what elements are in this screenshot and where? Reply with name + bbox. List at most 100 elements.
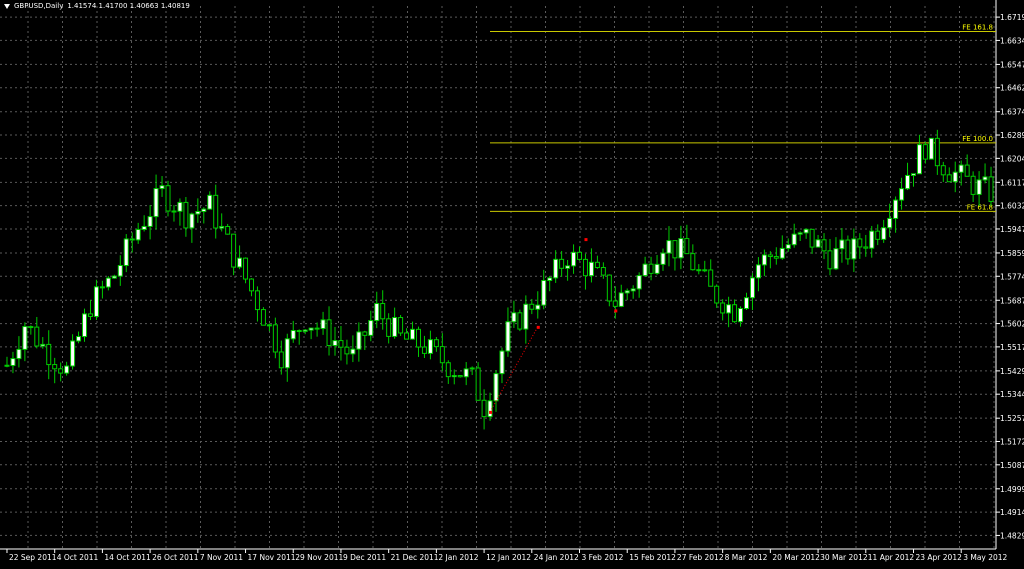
candle-bull (905, 174, 911, 190)
candle-bull (547, 277, 553, 282)
candle-bull (982, 176, 988, 181)
candle-bear (165, 185, 171, 212)
price-label: 1.56020 (1000, 320, 1024, 329)
candle-bear (481, 399, 487, 418)
candle-bull (356, 331, 362, 350)
projection-point (614, 309, 618, 313)
candle-bull (410, 328, 416, 340)
price-label: 1.63745 (1000, 108, 1024, 117)
candle-bull (93, 286, 99, 317)
chart-area[interactable]: FE 161.8FE 100.0FE 61.8 1.671951.663451.… (0, 0, 1024, 565)
candle-bull (463, 368, 469, 378)
candle-bull (952, 171, 958, 183)
candle-bull (779, 247, 785, 259)
time-label: 23 Apr 2012 (915, 553, 962, 562)
candle-bull (654, 263, 660, 274)
time-label: 4 Oct 2011 (57, 553, 99, 562)
candle-bear (439, 346, 445, 364)
fib-label: FE 161.8 (962, 24, 993, 32)
price-label: 1.60320 (1000, 202, 1024, 211)
candle-bear (582, 258, 588, 277)
candle-bear (708, 269, 714, 287)
candle-bear (827, 250, 833, 270)
candle-bear (404, 332, 410, 340)
candle-bull (839, 239, 845, 250)
candle-bear (809, 228, 815, 248)
candle-bull (207, 194, 213, 210)
candle-bear (171, 210, 177, 213)
candle-bull (105, 277, 111, 288)
candle-bear (863, 246, 869, 249)
candle-bear (58, 368, 64, 374)
candle-bull (565, 265, 571, 269)
candle-bull (744, 297, 749, 310)
price-label: 1.66345 (1000, 36, 1024, 45)
candle-bear (87, 313, 93, 317)
candle-bull (374, 303, 380, 322)
candle-bear (213, 194, 219, 229)
candle-bull (916, 144, 922, 175)
candle-bear (99, 286, 105, 289)
candle-bear (702, 269, 708, 272)
candle-bull (290, 330, 296, 340)
candle-bull (177, 201, 183, 212)
candle-bear (225, 225, 231, 235)
candle-bull (135, 228, 141, 241)
candle-bear (254, 290, 260, 311)
price-label: 1.50870 (1000, 461, 1024, 470)
candle-bull (219, 225, 225, 229)
candle-bear (648, 263, 654, 274)
candle-bull (678, 238, 684, 259)
time-label: 20 Mar 2012 (772, 553, 820, 562)
price-label: 1.56870 (1000, 296, 1024, 305)
candle-bear (732, 304, 738, 323)
candle-bull (159, 185, 165, 190)
candle-bear (767, 254, 773, 258)
candle-bull (738, 308, 744, 323)
candle-bull (266, 324, 272, 327)
time-label: 22 Sep 2011 (9, 553, 57, 562)
candle-bull (16, 348, 22, 360)
candle-bull (368, 320, 374, 336)
candle-bear (398, 317, 404, 334)
candle-bull (851, 238, 857, 260)
candle-bull (893, 199, 899, 219)
price-label: 1.49145 (1000, 508, 1024, 517)
candle-bull (499, 350, 505, 375)
price-chart[interactable]: FE 161.8FE 100.0FE 61.8 1.671951.663451.… (0, 0, 1024, 565)
candle-bull (505, 321, 511, 352)
candle-bear (594, 261, 600, 269)
candle-bear (28, 326, 34, 329)
time-label: 2 Jan 2012 (438, 553, 478, 562)
candle-bull (10, 358, 16, 367)
candle-bull (785, 244, 791, 249)
price-label: 1.62895 (1000, 131, 1024, 140)
candle-bull (899, 188, 905, 201)
price-axis[interactable]: 1.67195 1.66345 1.65470 1.64620 1.63745 1.628… (996, 13, 1024, 540)
price-label: 1.57745 (1000, 272, 1024, 281)
candle-bear (249, 278, 254, 292)
candle-bear (821, 239, 827, 252)
candle-bear (857, 238, 863, 248)
triangle-down-icon[interactable] (4, 3, 10, 9)
price-label: 1.59470 (1000, 225, 1024, 234)
price-label: 1.54295 (1000, 367, 1024, 376)
candle-bear (934, 137, 940, 167)
candle-bull (660, 252, 666, 265)
candle-bull (117, 265, 123, 277)
candle-bull (523, 303, 529, 330)
fib-label: FE 61.8 (967, 203, 993, 211)
time-label: 21 Dec 2011 (391, 553, 439, 562)
candle-bear (845, 239, 851, 260)
candle-bear (517, 312, 523, 330)
candle-bear (421, 346, 427, 354)
time-label: 17 Nov 2011 (248, 553, 296, 562)
candle-bear (46, 343, 52, 366)
candle-bull (469, 367, 475, 370)
candle-bear (773, 256, 779, 259)
candle-bear (970, 175, 976, 195)
candle-bear (231, 233, 237, 268)
candle-bear (672, 240, 678, 259)
candle-bull (541, 280, 547, 306)
projection-point (489, 410, 493, 414)
